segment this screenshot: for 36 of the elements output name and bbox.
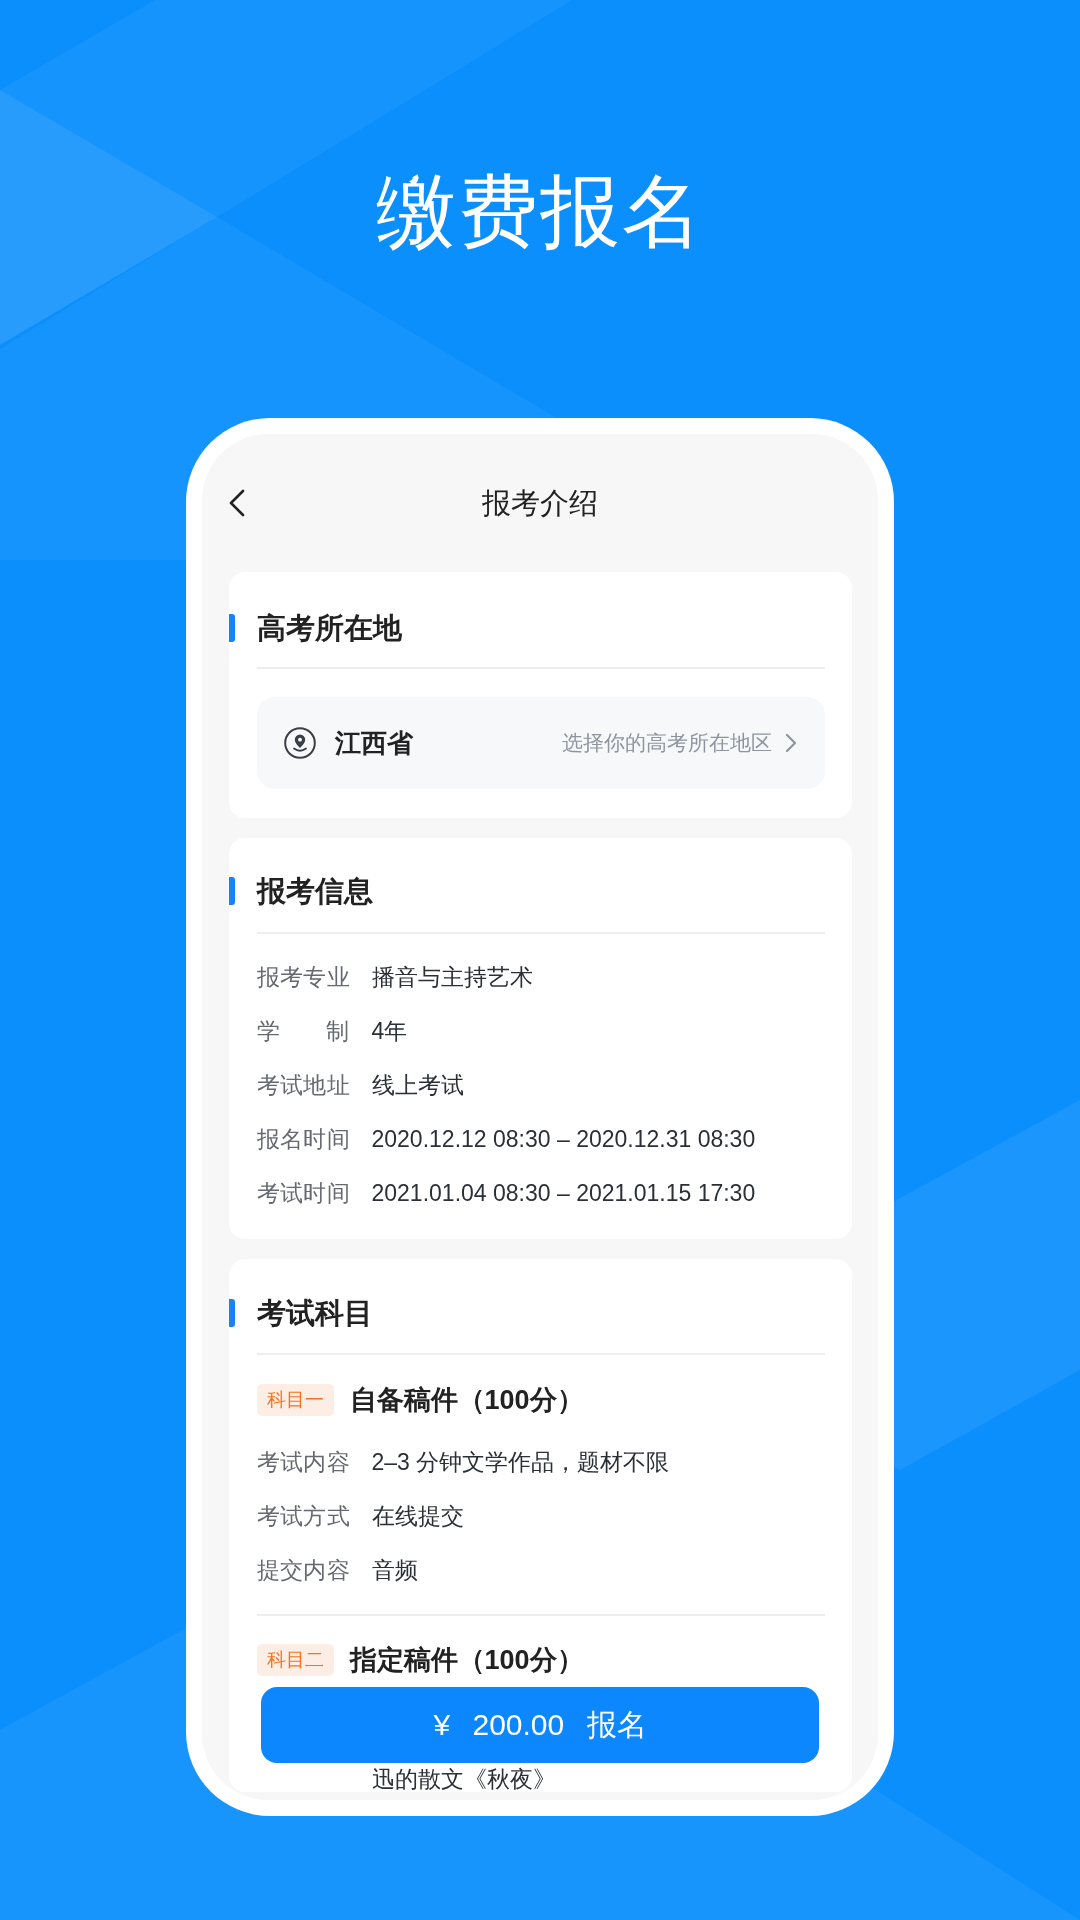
accent-bar (228, 877, 235, 905)
field-value: 线上考试 (371, 1070, 465, 1100)
field-value: 2021.01.04 08:30 – 2021.01.15 17:30 (371, 1179, 757, 1207)
nav-title: 报考介绍 (482, 486, 598, 521)
subject-title: 指定稿件（100分） (349, 1644, 584, 1677)
subject-tag: 科目一 (256, 1384, 334, 1416)
field-value: 在线提交 (371, 1501, 465, 1531)
section-title: 考试科目 (256, 1296, 373, 1331)
pay-button[interactable]: ¥ 200.00 报名 (261, 1687, 819, 1763)
field-value: 2–3 分钟文学作品，题材不限 (371, 1447, 671, 1477)
field-label: 考试方式 (256, 1501, 350, 1531)
section-title: 报考信息 (256, 874, 373, 909)
field-value: 2020.12.12 08:30 – 2020.12.31 08:30 (371, 1125, 757, 1153)
location-pin-icon (283, 727, 316, 759)
back-icon[interactable] (228, 489, 246, 517)
chevron-right-icon (784, 733, 797, 753)
location-selector[interactable]: 江西省 选择你的高考所在地区 (256, 697, 825, 789)
field-label: 考试内容 (256, 1447, 350, 1477)
page-title: 缴费报名 (376, 166, 704, 258)
field-label: 学 制 (256, 1016, 350, 1046)
section-title: 高考所在地 (256, 611, 402, 646)
province-value: 江西省 (334, 726, 413, 760)
location-hint: 选择你的高考所在地区 (561, 730, 772, 756)
field-value: 音频 (371, 1555, 419, 1585)
accent-bar (228, 614, 235, 642)
field-value: 迅的散文《秋夜》 (371, 1767, 557, 1791)
field-value: 播音与主持艺术 (371, 962, 534, 992)
field-label: 提交内容 (256, 1555, 350, 1585)
field-label: 考试时间 (256, 1178, 350, 1208)
field-label: 考试地址 (256, 1070, 350, 1100)
field-label: 报名时间 (256, 1124, 350, 1154)
accent-bar (228, 1299, 235, 1327)
subject-tag: 科目二 (256, 1644, 334, 1676)
field-label: 报考专业 (256, 962, 350, 992)
field-value: 4年 (371, 1016, 409, 1046)
subject-title: 自备稿件（100分） (349, 1384, 584, 1417)
